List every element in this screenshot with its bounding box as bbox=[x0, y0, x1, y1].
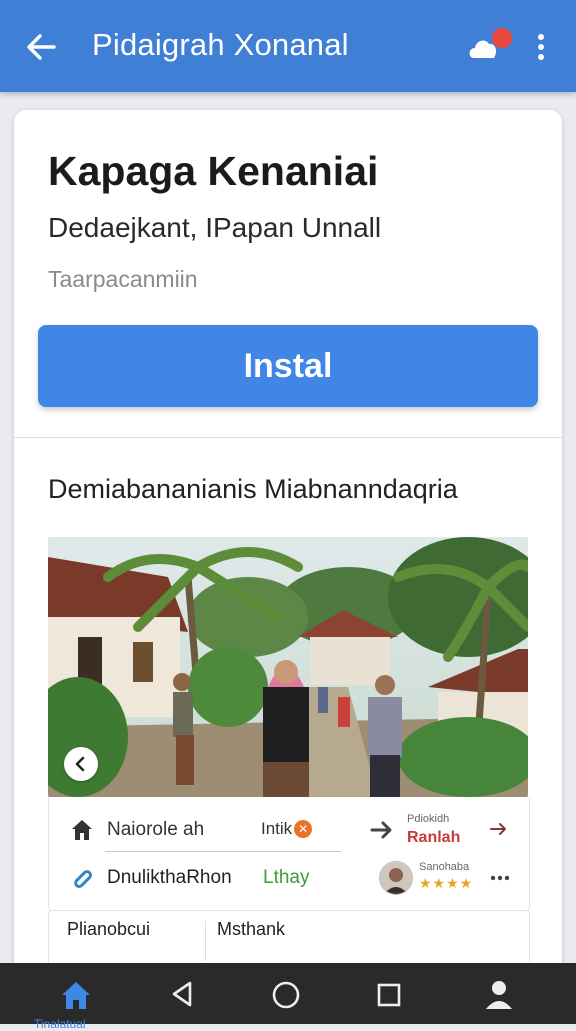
app-subtitle: Dedaejkant, IPapan Unnall bbox=[48, 212, 382, 243]
link-icon bbox=[74, 870, 92, 888]
arrow-right-icon[interactable] bbox=[489, 819, 509, 839]
app-title: Kapaga Kenaniai bbox=[48, 148, 379, 194]
system-nav-bar: Tinalatual bbox=[0, 963, 576, 1031]
status-badge: ✕ bbox=[294, 820, 313, 838]
back-triangle-icon[interactable] bbox=[168, 979, 198, 1009]
home-icon[interactable] bbox=[58, 977, 94, 1013]
arrow-right-icon[interactable] bbox=[369, 817, 395, 843]
app-bar-title: Pidaigrah Xonanal bbox=[92, 27, 349, 62]
square-recents-icon[interactable] bbox=[374, 980, 404, 1010]
link-label[interactable]: DnulikthaRhon bbox=[107, 867, 232, 889]
tag-label: Lthay bbox=[263, 867, 310, 888]
underline bbox=[105, 851, 341, 852]
install-button[interactable]: Instal bbox=[38, 325, 538, 407]
more-horizontal-icon[interactable] bbox=[489, 867, 511, 889]
app-bar: Pidaigrah Xonanal bbox=[0, 0, 576, 92]
home-icon bbox=[72, 820, 92, 840]
rating-caption: Pdiokidh bbox=[407, 813, 450, 825]
divider bbox=[14, 437, 562, 438]
location-label: Naiorole ah bbox=[107, 819, 205, 840]
rating-text: Ranlah bbox=[407, 829, 461, 846]
status-text: Intik bbox=[261, 819, 293, 838]
village-photo[interactable] bbox=[48, 537, 528, 797]
avatar bbox=[379, 861, 413, 895]
circle-home-icon[interactable] bbox=[270, 979, 302, 1011]
app-meta: Taarpacanmiin bbox=[48, 266, 198, 292]
nav-home-label: Tinalatual bbox=[34, 1017, 86, 1031]
rating-stars: ★★★★ bbox=[419, 875, 474, 891]
section-title: Demiabananianis Miabnanndaqria bbox=[48, 474, 458, 504]
divider bbox=[205, 921, 206, 961]
more-vertical-icon[interactable] bbox=[526, 30, 556, 64]
video-toggle-button[interactable] bbox=[64, 747, 98, 781]
chevron-left-icon bbox=[75, 756, 85, 772]
details-right-label: Msthank bbox=[217, 919, 286, 939]
review-caption: Sanohaba bbox=[419, 861, 470, 873]
details-left-label: Plianobcui bbox=[67, 919, 151, 939]
status-label: Intik ✕ bbox=[261, 819, 313, 839]
app-detail-card: Kapaga Kenaniai Dedaejkant, IPapan Unnal… bbox=[14, 110, 562, 990]
profile-icon[interactable] bbox=[482, 977, 516, 1011]
village-photo-illustration bbox=[48, 537, 528, 797]
arrow-left-icon[interactable] bbox=[22, 28, 60, 66]
info-row: DnulikthaRhon Lthay Sanohaba ★★★★ bbox=[49, 855, 529, 905]
info-row: Naiorole ah Intik ✕ Pdiokidh Ranlah bbox=[49, 805, 529, 855]
info-panel: Naiorole ah Intik ✕ Pdiokidh Ranlah Dnuli… bbox=[48, 797, 530, 912]
cloud-bell-icon[interactable] bbox=[466, 24, 516, 66]
avatar-image bbox=[380, 862, 412, 894]
